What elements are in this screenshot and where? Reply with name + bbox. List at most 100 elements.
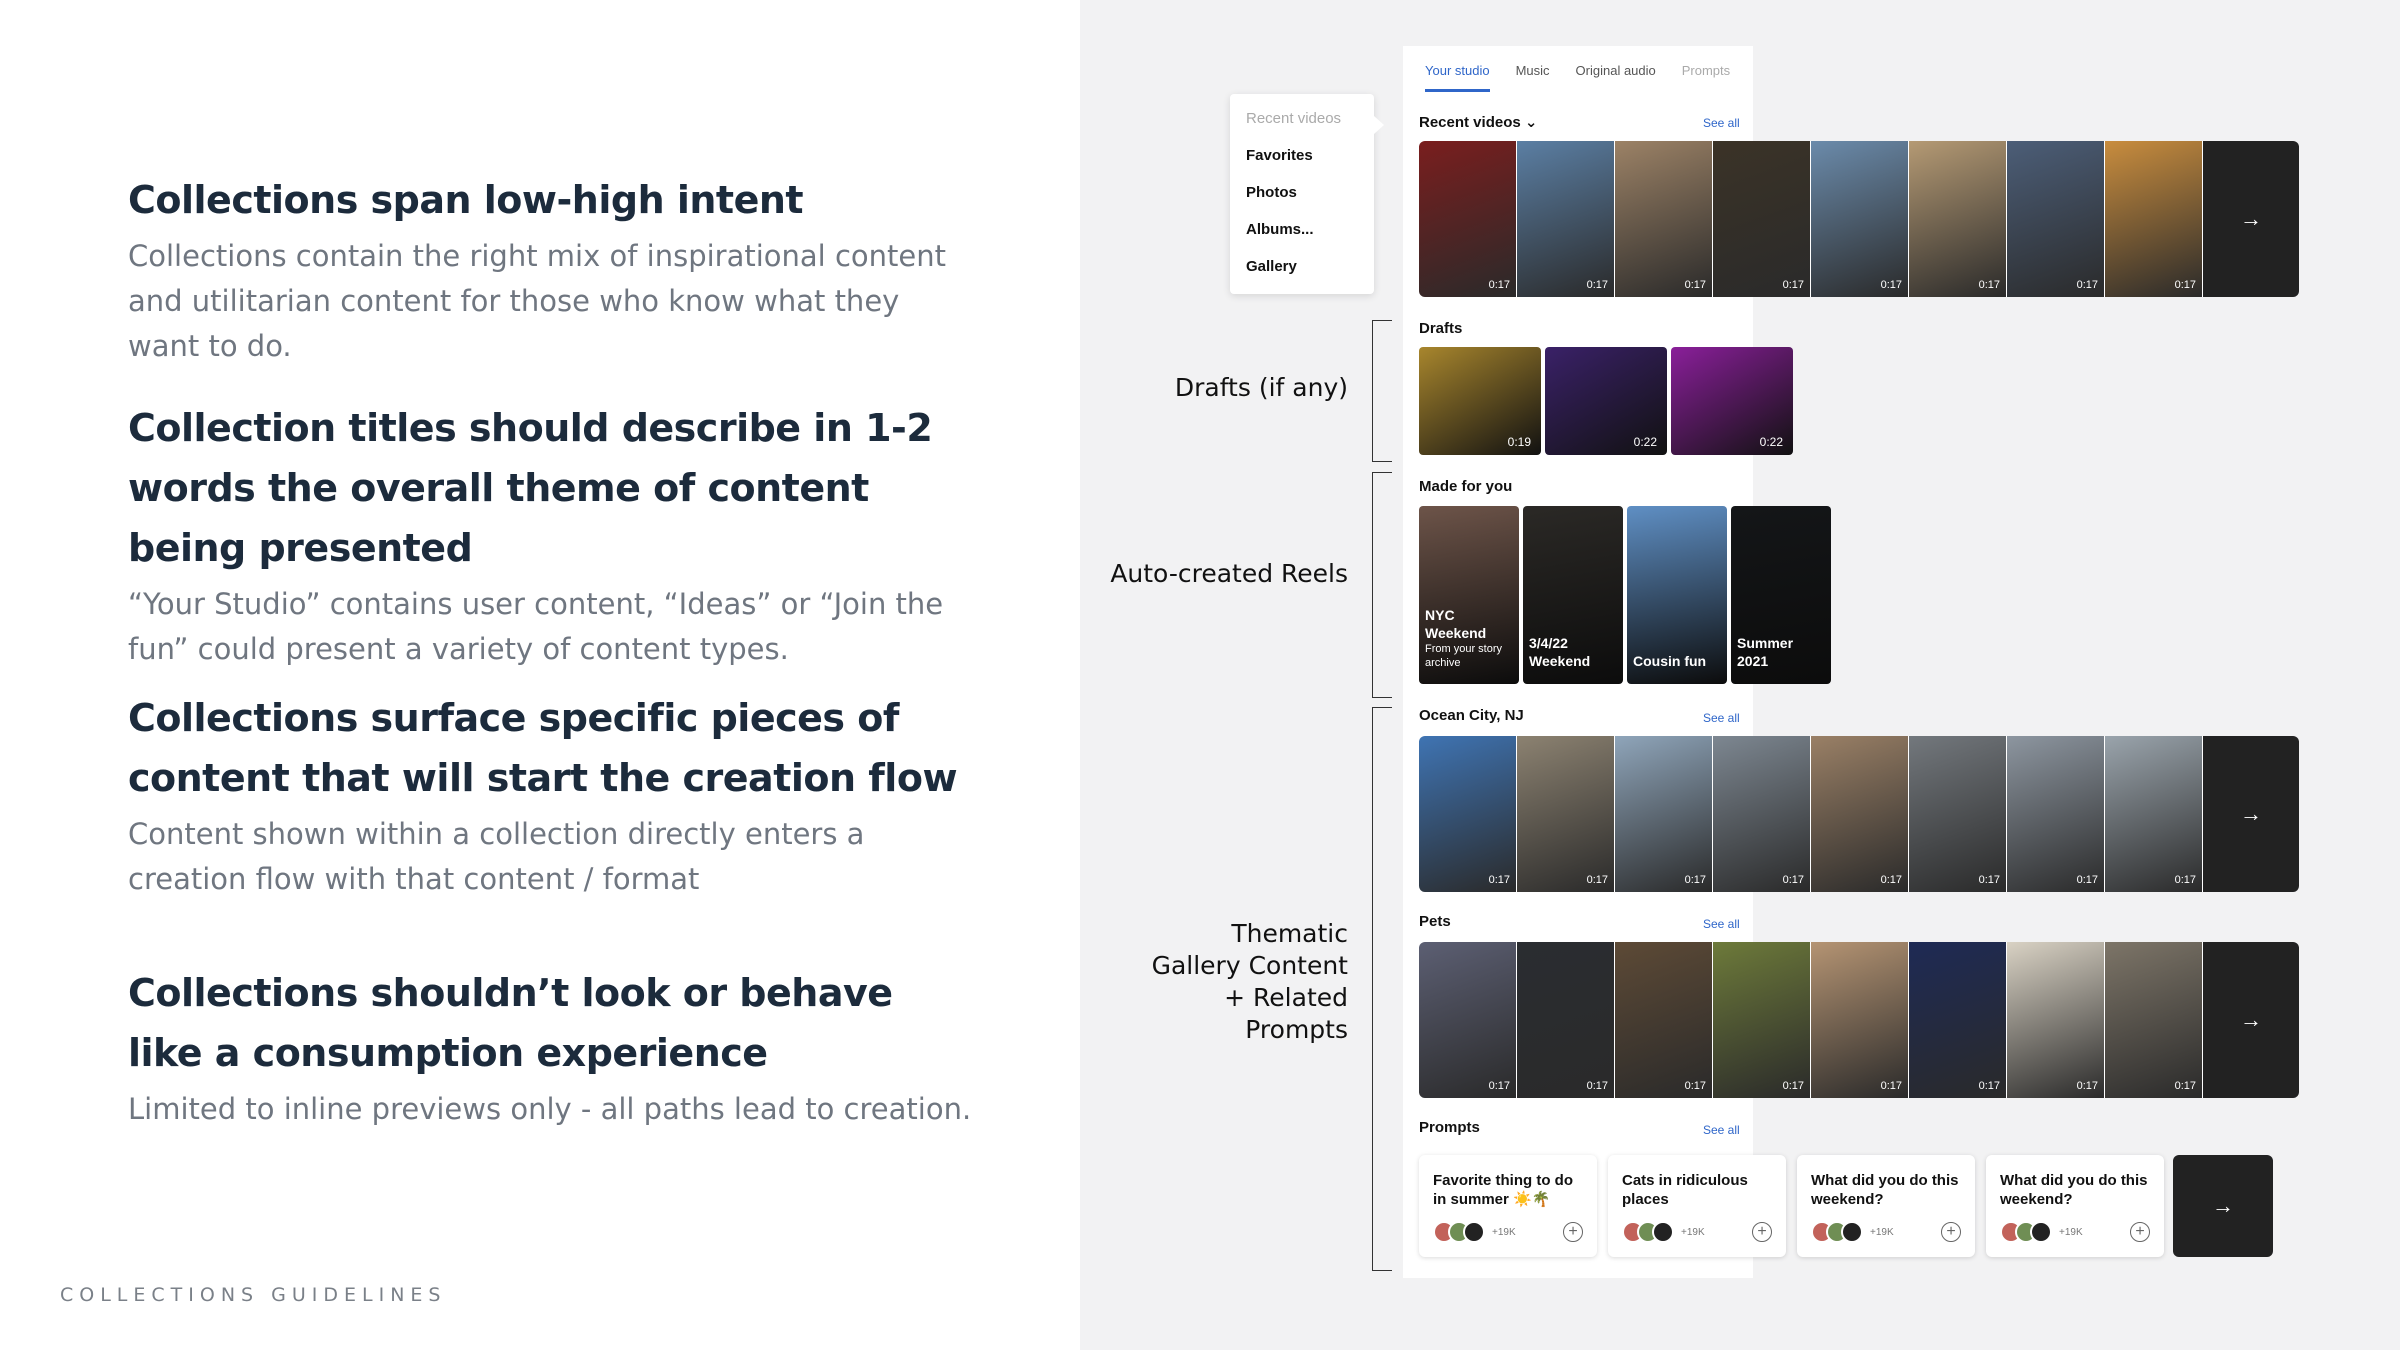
video-thumbnail[interactable]: 0:17 [2007,141,2105,297]
duration-label: 0:17 [1488,279,1510,291]
dropdown-item-gallery[interactable]: Gallery [1246,256,1374,293]
reel-subcaption: From your story archive [1425,643,1503,669]
recent-videos-strip: 0:17 0:17 0:17 0:17 0:17 0:17 0:17 0:17 → [1419,141,2299,297]
duration-label: 0:22 [1759,435,1783,449]
section-titles: Collection titles should describe in 1-2… [128,398,978,672]
reel-caption-line: Cousin fun [1633,653,1707,669]
recent-videos-selector[interactable]: Recent videos ⌄ [1419,113,1537,131]
see-more-arrow-button[interactable]: → [2203,141,2299,297]
video-thumbnail[interactable]: 0:17 [1713,736,1811,892]
reel-card[interactable]: Summer 2021 [1731,506,1831,684]
duration-label: 0:17 [1684,1080,1706,1092]
video-thumbnail[interactable]: 0:17 [1615,141,1713,297]
see-all-pets[interactable]: See all [1703,917,1740,931]
video-thumbnail[interactable]: 0:17 [1811,942,1909,1098]
tab-music[interactable]: Music [1516,46,1550,92]
draft-thumbnail[interactable]: 0:22 [1671,347,1793,455]
duration-label: 0:17 [1586,279,1608,291]
video-thumbnail[interactable]: 0:17 [1811,736,1909,892]
reel-caption: Cousin fun [1633,652,1723,670]
video-thumbnail[interactable]: 0:17 [1517,942,1615,1098]
section-title: Collections surface specific pieces of c… [128,696,958,800]
see-more-arrow-button[interactable]: → [2203,942,2299,1098]
see-all-recent[interactable]: See all [1703,116,1740,130]
video-thumbnail[interactable]: 0:17 [1419,942,1517,1098]
video-thumbnail[interactable]: 0:17 [1419,736,1517,892]
see-more-arrow-button[interactable]: → [2203,736,2299,892]
video-thumbnail[interactable]: 0:17 [2105,736,2203,892]
duration-label: 0:17 [1782,279,1804,291]
video-thumbnail[interactable]: 0:17 [1517,141,1615,297]
ocean-city-title: Ocean City, NJ [1419,707,1524,724]
prompts-title: Prompts [1419,1119,1480,1136]
section-body: “Your Studio” contains user content, “Id… [128,587,944,666]
reel-card[interactable]: NYC Weekend From your story archive [1419,506,1519,684]
participants-row: +19K + [1433,1221,1583,1243]
video-thumbnail[interactable]: 0:17 [1909,141,2007,297]
participant-count: +19K [1492,1226,1516,1238]
video-thumbnail[interactable]: 0:17 [1811,141,1909,297]
reel-caption-line: Weekend [1529,653,1591,669]
video-thumbnail[interactable]: 0:17 [2105,942,2203,1098]
tab-original-audio[interactable]: Original audio [1576,46,1656,92]
add-icon[interactable]: + [1752,1222,1772,1242]
prompt-text: Favorite thing to do in summer ☀️🌴 [1433,1172,1573,1208]
video-thumbnail[interactable]: 0:17 [2105,141,2203,297]
add-icon[interactable]: + [2130,1222,2150,1242]
see-all-prompts[interactable]: See all [1703,1123,1740,1137]
draft-thumbnail[interactable]: 0:22 [1545,347,1667,455]
prompt-card[interactable]: Cats in ridiculous places +19K + [1608,1155,1786,1257]
reel-caption: Summer 2021 [1737,634,1827,670]
video-thumbnail[interactable]: 0:17 [1615,736,1713,892]
prompt-card[interactable]: What did you do this weekend? +19K + [1986,1155,2164,1257]
add-icon[interactable]: + [1563,1222,1583,1242]
video-thumbnail[interactable]: 0:17 [1713,141,1811,297]
bracket-drafts [1372,320,1392,462]
draft-thumbnail[interactable]: 0:19 [1419,347,1541,455]
prompt-text: What did you do this weekend? [2000,1172,2148,1208]
reel-card[interactable]: 3/4/22 Weekend [1523,506,1623,684]
section-creation: Collections surface specific pieces of c… [128,688,978,902]
dropdown-item-photos[interactable]: Photos [1246,182,1374,219]
prompt-card[interactable]: Favorite thing to do in summer ☀️🌴 +19K + [1419,1155,1597,1257]
video-thumbnail[interactable]: 0:17 [2007,942,2105,1098]
guidelines-panel: Collections span low-high intent Collect… [0,0,1080,1350]
add-icon[interactable]: + [1941,1222,1961,1242]
duration-label: 0:19 [1507,435,1531,449]
reel-card[interactable]: Cousin fun [1627,506,1727,684]
reel-caption-line: Summer [1737,635,1794,651]
video-thumbnail[interactable]: 0:17 [1909,736,2007,892]
duration-label: 0:17 [1488,1080,1510,1092]
annotation-drafts: Drafts (if any) [1174,373,1348,402]
video-thumbnail[interactable]: 0:17 [1713,942,1811,1098]
duration-label: 0:22 [1633,435,1657,449]
reel-caption: 3/4/22 Weekend [1529,634,1619,670]
prompt-text: What did you do this weekend? [1811,1172,1959,1208]
prompt-text: Cats in ridiculous places [1622,1172,1748,1208]
see-all-ocean[interactable]: See all [1703,711,1740,725]
annotation-reels: Auto-created Reels [1110,559,1348,588]
footer-label: COLLECTIONS GUIDELINES [60,1284,447,1306]
reel-caption: NYC Weekend From your story archive [1425,606,1515,670]
dropdown-item-albums[interactable]: Albums... [1246,219,1374,256]
ocean-city-strip: 0:17 0:17 0:17 0:17 0:17 0:17 0:17 0:17 → [1419,736,2299,892]
video-thumbnail[interactable]: 0:17 [1517,736,1615,892]
tab-prompts[interactable]: Prompts [1682,46,1730,92]
dropdown-item-recent-videos[interactable]: Recent videos [1246,108,1374,145]
video-thumbnail[interactable]: 0:17 [1615,942,1713,1098]
prompt-card[interactable]: What did you do this weekend? +19K + [1797,1155,1975,1257]
video-thumbnail[interactable]: 0:17 [1909,942,2007,1098]
participant-count: +19K [1681,1226,1705,1238]
video-thumbnail[interactable]: 0:17 [2007,736,2105,892]
see-more-prompts-button[interactable]: → [2173,1155,2273,1257]
section-title: Collection titles should describe in 1-2… [128,406,933,570]
duration-label: 0:17 [1978,874,2000,886]
participants-row: +19K + [1811,1221,1961,1243]
reel-caption-line: NYC [1425,607,1455,623]
dropdown-item-favorites[interactable]: Favorites [1246,145,1374,182]
video-thumbnail[interactable]: 0:17 [1419,141,1517,297]
section-consumption: Collections shouldn’t look or behave lik… [128,963,978,1132]
avatar [1841,1221,1863,1243]
tab-your-studio[interactable]: Your studio [1425,46,1490,92]
pets-strip: 0:17 0:17 0:17 0:17 0:17 0:17 0:17 0:17 → [1419,942,2299,1098]
